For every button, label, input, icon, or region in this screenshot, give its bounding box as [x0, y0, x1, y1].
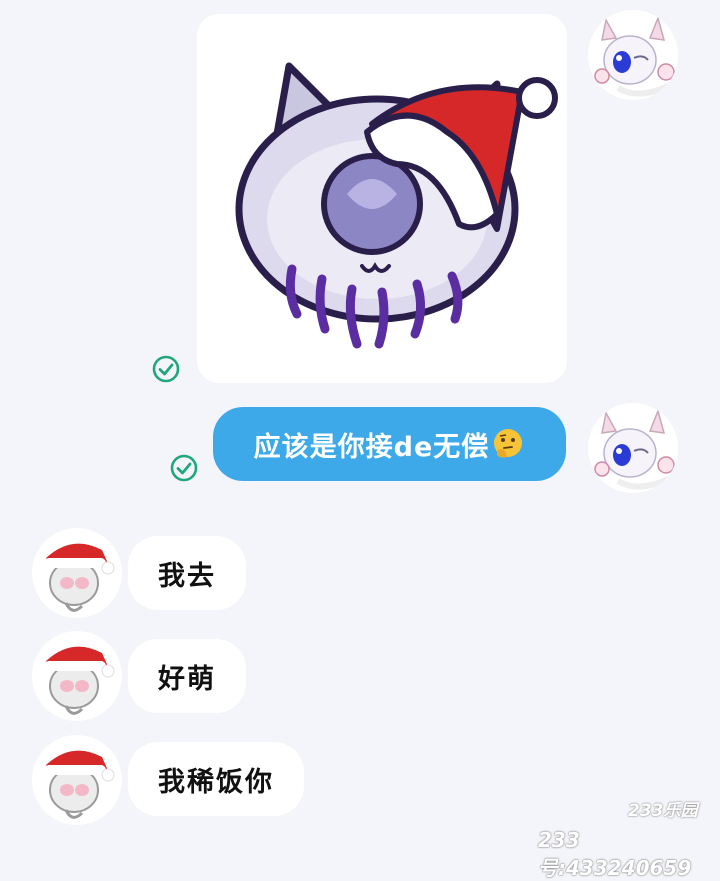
sticker-message[interactable]: ··· [197, 14, 567, 383]
sent-text-bubble[interactable]: 应该是你接de无偿 [213, 407, 566, 481]
received-text-bubble[interactable]: 我稀饭你 [128, 742, 304, 816]
check-circle-icon [170, 454, 198, 482]
check-circle-icon [152, 355, 180, 383]
received-text-bubble[interactable]: 好萌 [128, 639, 246, 713]
thinking-face-icon [494, 429, 523, 458]
santa-hat-avatar-icon[interactable] [32, 631, 122, 721]
watermark-logo: 233乐园 [628, 801, 698, 821]
received-text-bubble[interactable]: 我去 [128, 536, 246, 610]
message-text: 好萌 [158, 663, 216, 695]
message-text: 我去 [158, 560, 216, 592]
watermark-id: 233号:433240659 [538, 828, 692, 880]
anime-cat-avatar-icon[interactable] [588, 10, 678, 100]
purple-cat-santa-hat-sticker [235, 62, 558, 349]
anime-cat-avatar-icon[interactable] [588, 403, 678, 493]
message-text: 应该是你接de无偿 [253, 431, 490, 463]
message-text: 我稀饭你 [158, 766, 274, 798]
santa-hat-avatar-icon[interactable] [32, 735, 122, 825]
santa-hat-avatar-icon[interactable] [32, 528, 122, 618]
